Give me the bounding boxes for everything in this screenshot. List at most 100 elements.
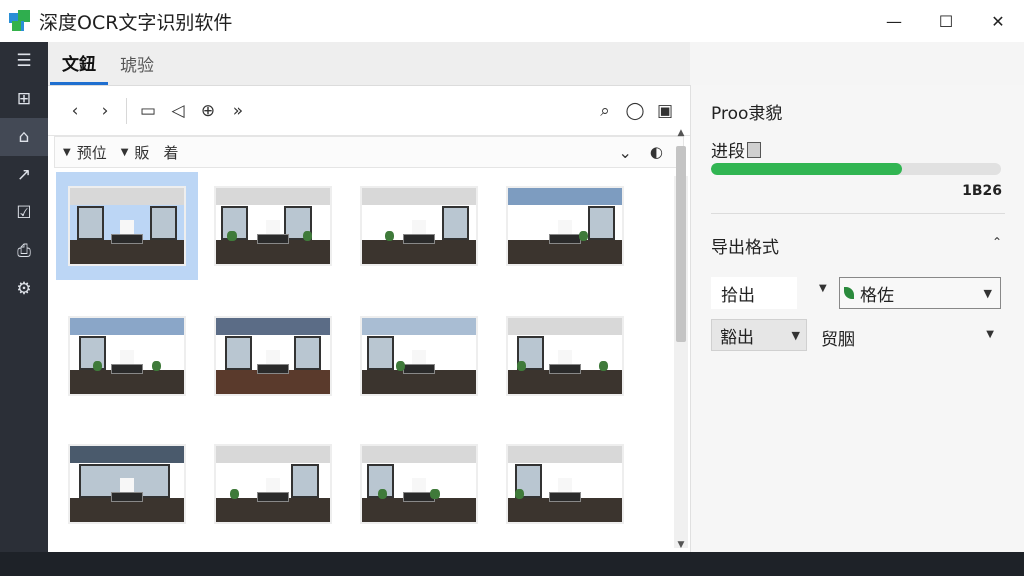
chevron-up-icon[interactable]: ⌃ xyxy=(992,235,1002,249)
scroll-up-icon[interactable]: ▲ xyxy=(674,128,688,142)
thumbnail-item[interactable] xyxy=(56,172,198,280)
sidebar-item-settings[interactable]: ⚙ xyxy=(0,270,48,308)
output-select[interactable]: 豁出 ▼ xyxy=(711,319,807,351)
output-select-value: 豁出 xyxy=(720,327,754,348)
office-thumbnail-image xyxy=(214,444,332,524)
document-icon: ⎙ xyxy=(17,241,31,261)
sidebar-item-check[interactable]: ☑ xyxy=(0,194,48,232)
office-thumbnail-image xyxy=(506,444,624,524)
close-button[interactable]: ✕ xyxy=(972,0,1024,42)
title-bar: 深度OCR文字识别软件 — ☐ ✕ xyxy=(0,0,1024,42)
content-panel: ‹ › ▭ ◁ ⊕ » ⌕ ◯ ▣ ▼ 预位 ▼ 販 着 ⌄ ◐ ▲ ▼ xyxy=(48,85,690,552)
sidebar-item-chart[interactable]: ↗ xyxy=(0,156,48,194)
thumbnail-item[interactable] xyxy=(494,172,636,280)
progress-status-box xyxy=(747,141,761,158)
tab-bar: 文鈕 琥验 xyxy=(48,42,690,85)
panel-divider xyxy=(711,213,1005,214)
search-icon[interactable]: ⌕ xyxy=(590,96,620,126)
thumbnail-item[interactable] xyxy=(56,430,198,538)
bottom-bar xyxy=(0,552,1024,576)
export-field[interactable]: 拾出 xyxy=(711,277,797,309)
app-window: 深度OCR文字识别软件 — ☐ ✕ ☰ ⊞ ⌂ ↗ ☑ ⎙ ⚙ 文鈕 琥验 ‹ … xyxy=(0,0,1024,576)
tag-icon: ⌂ xyxy=(18,127,30,147)
back-icon[interactable]: ‹ xyxy=(60,96,90,126)
list-icon: ☰ xyxy=(16,51,32,71)
thumbnail-item[interactable] xyxy=(348,302,490,410)
format-select[interactable]: 格佐 ▼ xyxy=(839,277,1001,309)
filter-right-group: ⌄ ◐ xyxy=(619,143,664,162)
scrollbar-thumb[interactable] xyxy=(676,146,686,342)
gear-icon: ⚙ xyxy=(16,279,32,299)
chevron-down-icon: ▼ xyxy=(983,286,992,300)
thumbnail-item[interactable] xyxy=(202,172,344,280)
caret-down-icon[interactable]: ▼ xyxy=(986,329,994,340)
toolbar: ‹ › ▭ ◁ ⊕ » ⌕ ◯ ▣ xyxy=(48,86,690,136)
export-format-heading: 导出格式 xyxy=(711,238,779,258)
office-thumbnail-image xyxy=(506,316,624,396)
thumbnail-item[interactable] xyxy=(348,430,490,538)
filter-label-preset: 预位 xyxy=(76,143,107,162)
thumbnail-item[interactable] xyxy=(202,302,344,410)
office-thumbnail-image xyxy=(506,186,624,266)
chevron-down-icon: ▼ xyxy=(791,328,800,342)
folder-icon[interactable]: ▭ xyxy=(133,96,163,126)
double-chevron-icon[interactable]: » xyxy=(223,96,253,126)
format-select-value: 格佐 xyxy=(860,285,894,306)
filter-label-view: 着 xyxy=(163,143,179,162)
chevron-down-icon[interactable]: ⌄ xyxy=(619,143,632,162)
progress-label-text: 进段 xyxy=(711,142,745,162)
sidebar: ☰ ⊞ ⌂ ↗ ☑ ⎙ ⚙ xyxy=(0,42,48,552)
caret-down-icon: ▼ xyxy=(63,146,71,158)
budget-label: 贸胭 xyxy=(821,330,855,350)
app-logo-icon xyxy=(9,10,31,32)
filter-dropdown-sort[interactable]: ▼ 販 xyxy=(121,142,150,163)
office-thumbnail-image xyxy=(360,316,478,396)
thumbnail-item[interactable] xyxy=(348,172,490,280)
progress-bar xyxy=(711,163,1001,175)
filter-bar: ▼ 预位 ▼ 販 着 ⌄ ◐ xyxy=(54,136,684,168)
thumbnail-grid xyxy=(56,172,664,552)
main-area: 文鈕 琥验 ‹ › ▭ ◁ ⊕ » ⌕ ◯ ▣ ▼ 预位 ▼ 販 着 ⌄ ◐ ▲… xyxy=(48,42,690,552)
thumbnail-item[interactable] xyxy=(202,430,344,538)
tab-document[interactable]: 文鈕 xyxy=(50,42,108,85)
sound-icon[interactable]: ◐ xyxy=(650,143,663,161)
app-title: 深度OCR文字识别软件 xyxy=(39,11,233,34)
progress-bar-fill xyxy=(711,163,903,175)
sidebar-item-layout[interactable]: ⊞ xyxy=(0,80,48,118)
camera-icon[interactable]: ▣ xyxy=(650,96,680,126)
check-icon: ☑ xyxy=(16,203,32,223)
tab-experience[interactable]: 琥验 xyxy=(108,42,166,85)
sidebar-item-list[interactable]: ☰ xyxy=(0,42,48,80)
properties-panel: Proo隶貌 进段 1B26 导出格式 ⌃ 拾出 ▼ 格佐 ▼ 豁出 ▼ 贸胭 … xyxy=(690,85,1024,552)
filter-view[interactable]: 着 xyxy=(163,142,178,163)
leaf-icon xyxy=(844,287,854,299)
vertical-scrollbar[interactable]: ▲ ▼ xyxy=(674,128,688,550)
office-thumbnail-image xyxy=(360,186,478,266)
window-controls: — ☐ ✕ xyxy=(868,0,1024,42)
sidebar-item-tag[interactable]: ⌂ xyxy=(0,118,48,156)
office-thumbnail-image xyxy=(68,186,186,266)
office-thumbnail-image xyxy=(214,186,332,266)
user-icon[interactable]: ◯ xyxy=(620,96,650,126)
toolbar-right-group: ⌕ ◯ ▣ xyxy=(590,96,680,126)
chart-icon: ↗ xyxy=(16,165,32,185)
progress-label: 进段 xyxy=(711,137,761,162)
layout-icon: ⊞ xyxy=(16,89,32,109)
filter-label-sort: 販 xyxy=(134,143,150,162)
office-thumbnail-image xyxy=(360,444,478,524)
thumbnail-item[interactable] xyxy=(494,302,636,410)
minimize-button[interactable]: — xyxy=(868,0,920,42)
caret-down-icon[interactable]: ▼ xyxy=(819,283,827,294)
office-thumbnail-image xyxy=(68,444,186,524)
office-thumbnail-image xyxy=(214,316,332,396)
maximize-button[interactable]: ☐ xyxy=(920,0,972,42)
share-icon[interactable]: ◁ xyxy=(163,96,193,126)
filter-dropdown-preset[interactable]: ▼ 预位 xyxy=(63,142,107,163)
toolbar-divider xyxy=(126,97,127,124)
forward-icon[interactable]: › xyxy=(90,96,120,126)
office-thumbnail-image xyxy=(68,316,186,396)
crosshair-icon[interactable]: ⊕ xyxy=(193,96,223,126)
thumbnail-item[interactable] xyxy=(494,430,636,538)
thumbnail-item[interactable] xyxy=(56,302,198,410)
sidebar-item-document[interactable]: ⎙ xyxy=(0,232,48,270)
